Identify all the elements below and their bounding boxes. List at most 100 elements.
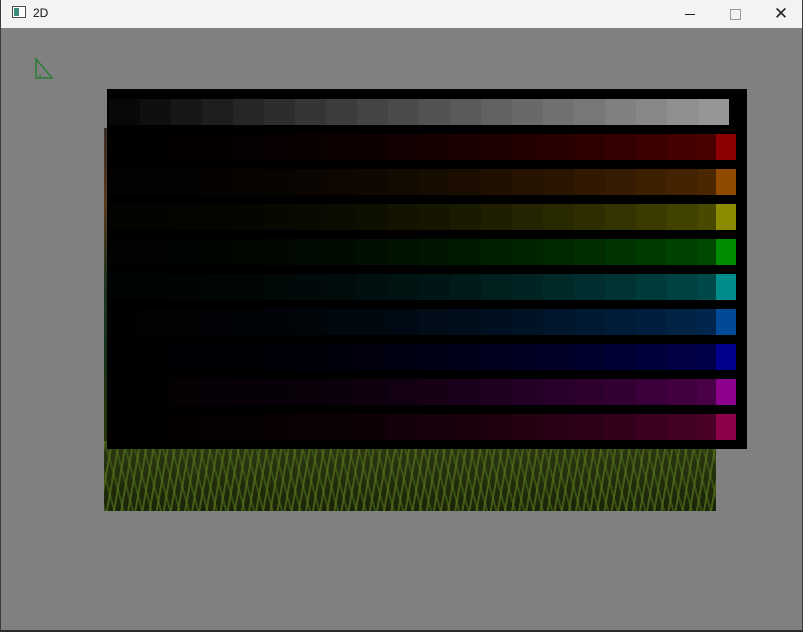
- palette-cell: [636, 274, 667, 300]
- palette-cell: [605, 169, 636, 195]
- palette-cell: [667, 134, 698, 160]
- palette-cell: [233, 239, 264, 265]
- palette-cell: [450, 99, 481, 125]
- palette-cell: [450, 134, 481, 160]
- palette-cell: [264, 169, 295, 195]
- palette-cell: [605, 134, 636, 160]
- palette-cell: [295, 309, 326, 335]
- palette-cell: [419, 204, 450, 230]
- palette-cell: [357, 414, 388, 440]
- palette-cell: [140, 309, 171, 335]
- palette-cell: [512, 134, 543, 160]
- palette-cell: [171, 204, 202, 230]
- palette-cell: [574, 379, 605, 405]
- palette-cell: [388, 379, 419, 405]
- palette-cell: [512, 239, 543, 265]
- palette-cell: [202, 414, 233, 440]
- palette-cell: [667, 379, 698, 405]
- palette-cell: [357, 99, 388, 125]
- window-title: 2D: [33, 6, 49, 20]
- app-icon: [12, 6, 26, 18]
- palette-cell: [326, 239, 357, 265]
- palette-cell: [326, 99, 357, 125]
- palette-row-gray: [107, 99, 747, 125]
- palette-cell: [140, 379, 171, 405]
- palette-swatch-yellow: [716, 204, 736, 230]
- palette-cell: [233, 169, 264, 195]
- palette-cell: [481, 414, 512, 440]
- palette-cell: [605, 379, 636, 405]
- palette-cell: [109, 204, 140, 230]
- palette-cell: [233, 99, 264, 125]
- palette-swatch-magenta: [716, 414, 736, 440]
- palette-cell: [388, 239, 419, 265]
- drawing-canvas[interactable]: [2, 28, 802, 629]
- palette-cell: [295, 134, 326, 160]
- palette-row-blue: [107, 309, 747, 335]
- palette-cell: [140, 99, 171, 125]
- palette-cell: [109, 134, 140, 160]
- palette-cell: [357, 169, 388, 195]
- palette-cell: [605, 239, 636, 265]
- palette-row-orange: [107, 169, 747, 195]
- maximize-button[interactable]: [712, 0, 758, 28]
- palette-row-green: [107, 239, 747, 265]
- palette-cell: [233, 414, 264, 440]
- palette-cell: [357, 239, 388, 265]
- palette-row-cyan: [107, 274, 747, 300]
- palette-cell: [109, 274, 140, 300]
- palette-cell: [264, 239, 295, 265]
- close-button[interactable]: ✕: [758, 0, 803, 28]
- palette-cell: [388, 169, 419, 195]
- palette-cell: [574, 414, 605, 440]
- palette-cell: [295, 274, 326, 300]
- palette-swatch-cyan: [716, 274, 736, 300]
- palette-cell: [419, 274, 450, 300]
- palette-cell: [264, 99, 295, 125]
- palette-cell: [233, 204, 264, 230]
- palette-cell: [295, 204, 326, 230]
- palette-cell: [667, 204, 698, 230]
- palette-cell: [574, 169, 605, 195]
- palette-cell: [388, 414, 419, 440]
- palette-cell: [171, 414, 202, 440]
- palette-cell: [326, 309, 357, 335]
- palette-cell: [357, 274, 388, 300]
- palette-cell: [388, 99, 419, 125]
- palette-cell: [326, 274, 357, 300]
- palette-cell: [140, 414, 171, 440]
- palette-cell: [574, 274, 605, 300]
- palette-cell: [481, 309, 512, 335]
- palette-cell: [667, 239, 698, 265]
- palette-cell: [636, 379, 667, 405]
- title-bar[interactable]: 2D ✕: [1, 0, 802, 28]
- palette-cell: [512, 274, 543, 300]
- palette-cell: [140, 169, 171, 195]
- palette-cell: [543, 204, 574, 230]
- palette-cell: [543, 169, 574, 195]
- minimize-button[interactable]: [667, 0, 713, 28]
- palette-cell: [481, 239, 512, 265]
- palette-cell: [233, 344, 264, 370]
- palette-cell: [109, 379, 140, 405]
- palette-cell: [543, 414, 574, 440]
- palette-cell: [481, 204, 512, 230]
- palette-cell: [543, 309, 574, 335]
- palette-cell: [419, 414, 450, 440]
- palette-cell: [202, 309, 233, 335]
- palette-cell: [574, 309, 605, 335]
- palette-cell: [450, 169, 481, 195]
- palette-swatch-navy: [716, 344, 736, 370]
- palette-cell: [326, 414, 357, 440]
- palette-cell: [295, 344, 326, 370]
- palette-cell: [202, 239, 233, 265]
- palette-cell: [636, 414, 667, 440]
- palette-cell: [326, 134, 357, 160]
- palette-cell: [574, 204, 605, 230]
- palette-cell: [326, 204, 357, 230]
- palette-cell: [264, 379, 295, 405]
- palette-cell: [543, 274, 574, 300]
- palette-swatch-blue: [716, 309, 736, 335]
- palette-cell: [171, 379, 202, 405]
- palette-cell: [512, 379, 543, 405]
